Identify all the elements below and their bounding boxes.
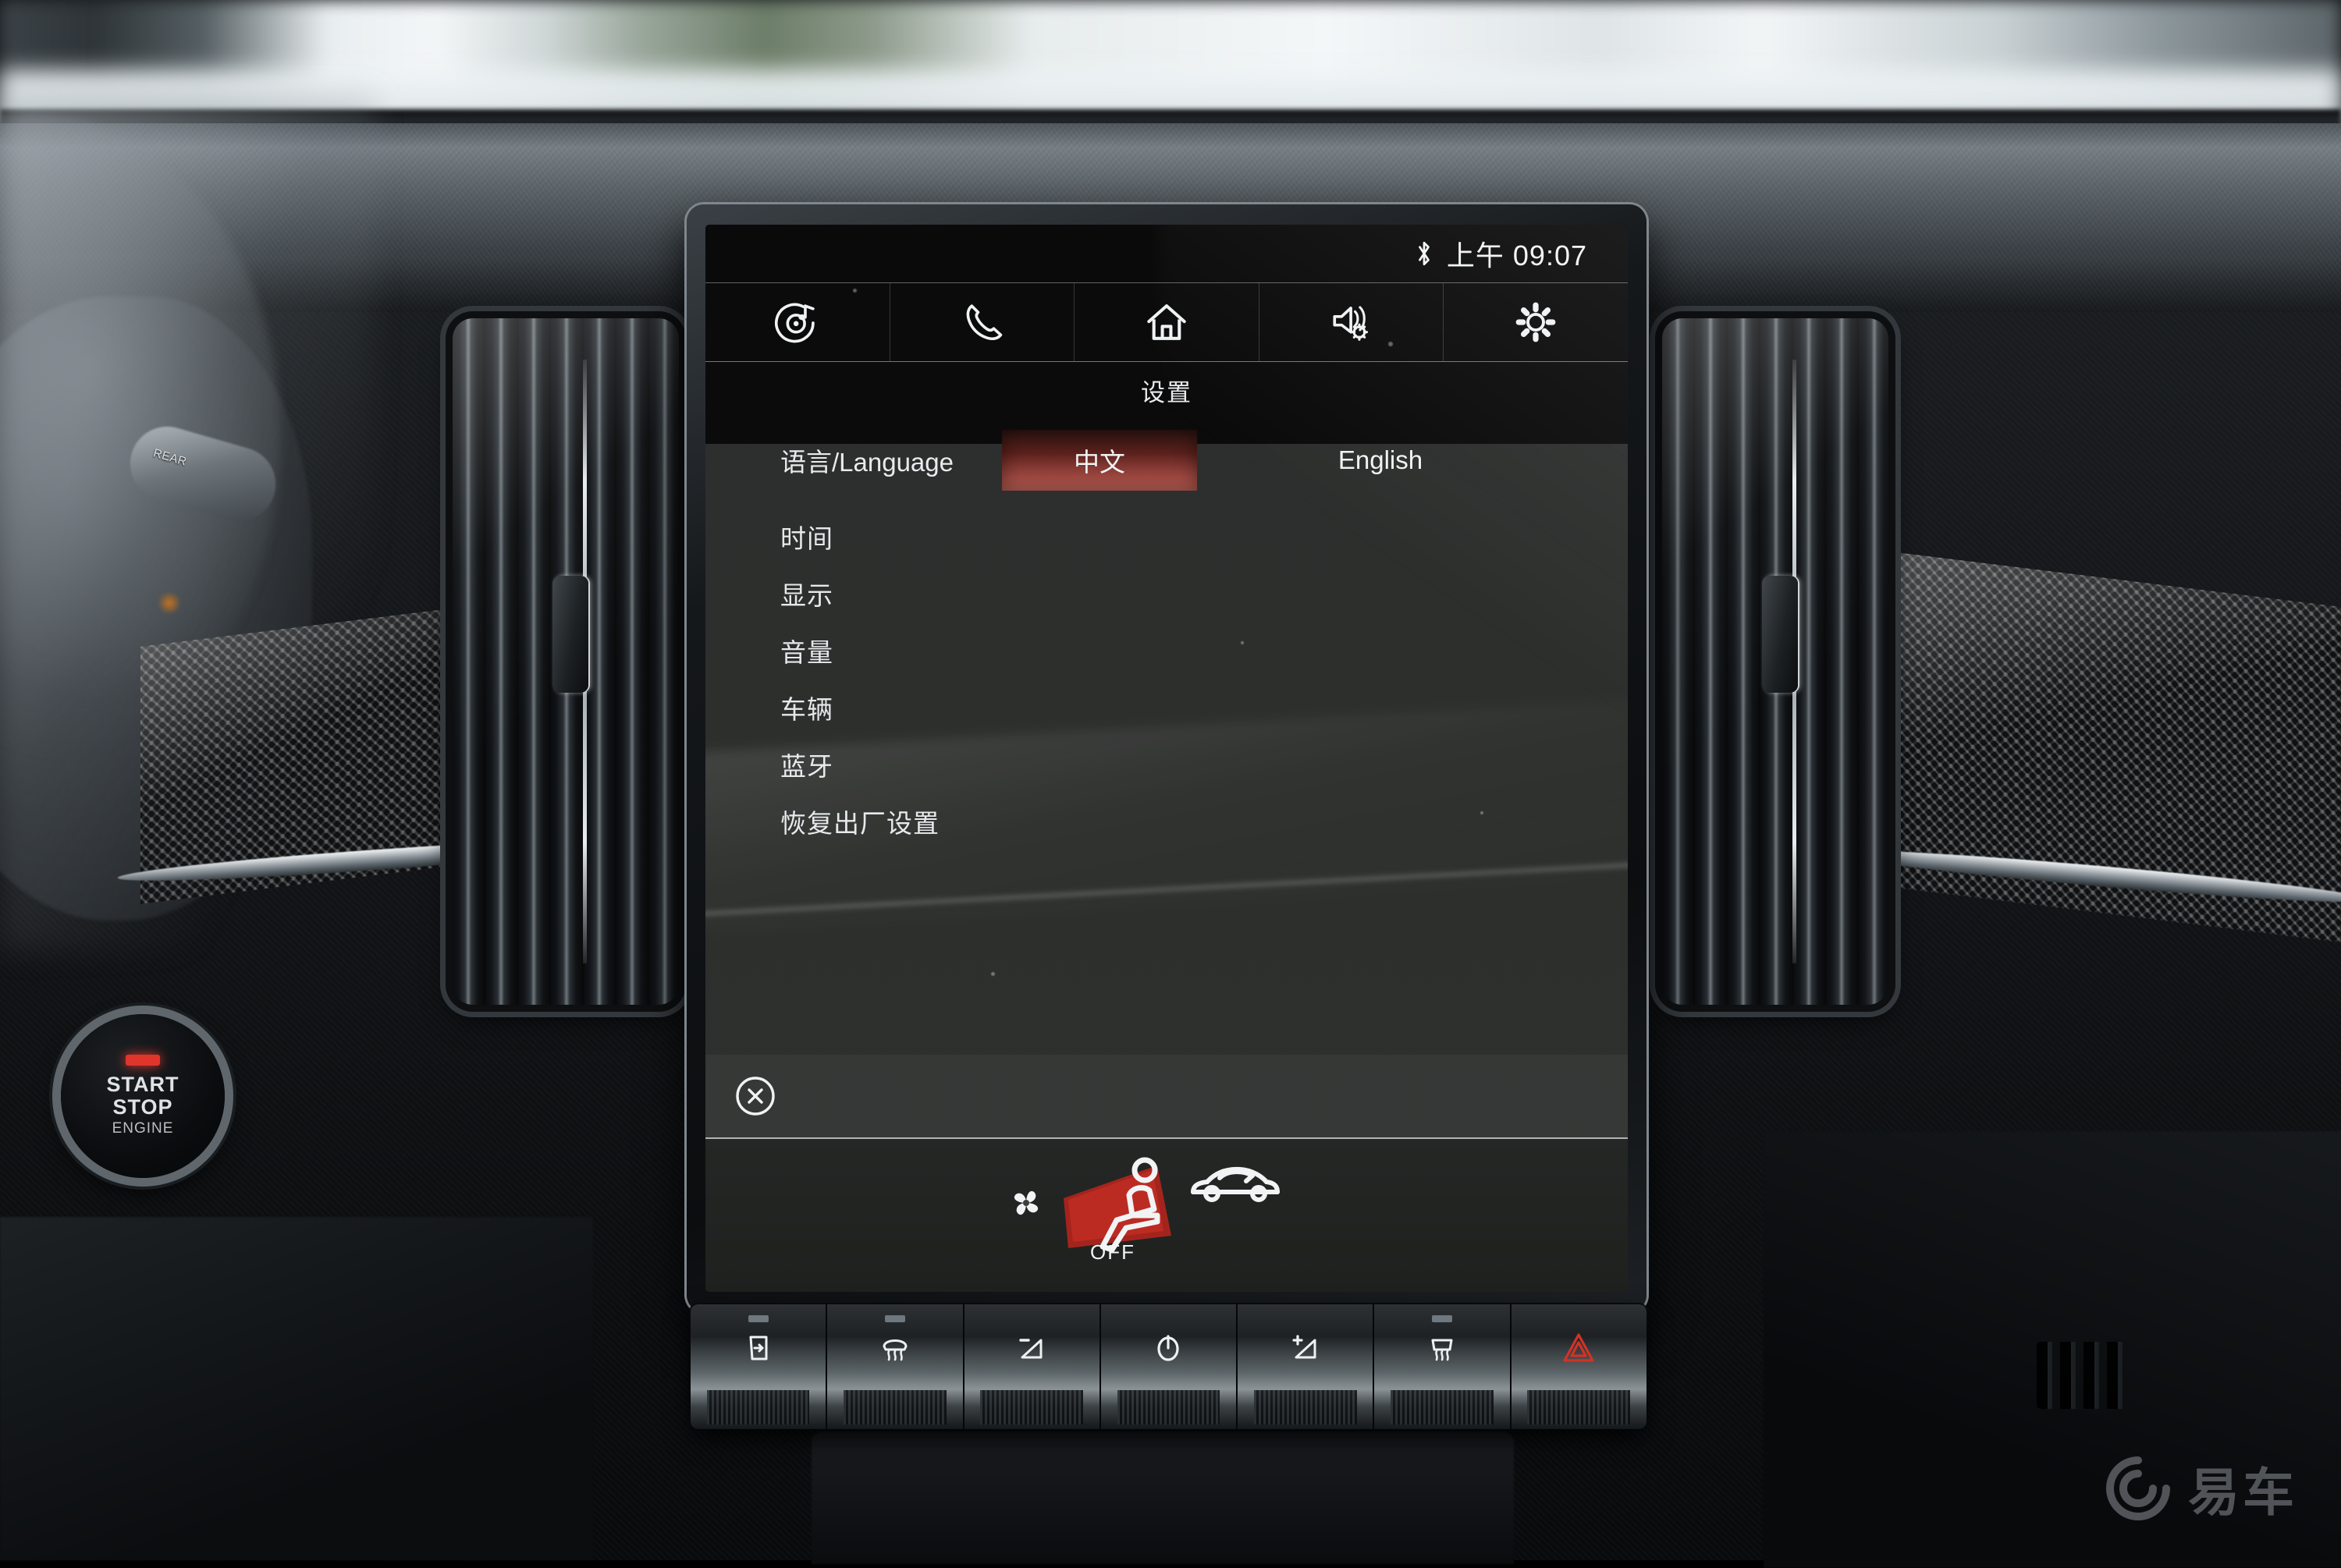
climate-status-label: OFF (1090, 1240, 1135, 1264)
toolbar-item-home[interactable] (1075, 283, 1259, 361)
climate-icon-group: OFF (995, 1153, 1338, 1278)
window-defog-icon (749, 1336, 768, 1360)
toolbar-item-phone[interactable] (890, 283, 1075, 361)
engine-start-stop-button[interactable]: START STOP ENGINE (61, 1014, 225, 1178)
language-row: 语言/Language 中文 English (705, 430, 1628, 491)
front-defrost-button[interactable] (827, 1304, 964, 1429)
toolbar-item-sound-settings[interactable] (1259, 283, 1444, 361)
button-grille (844, 1390, 947, 1424)
button-grille (1391, 1390, 1494, 1424)
bottom-action-bar (705, 1055, 1628, 1139)
climate-status-bar[interactable]: OFF (705, 1139, 1628, 1292)
home-icon (1147, 304, 1186, 340)
vent-gloss-left (453, 318, 679, 1005)
yiche-logo-icon (2106, 1456, 2170, 1520)
toolbar-item-settings[interactable] (1444, 283, 1628, 361)
climate-hard-button-bar (691, 1304, 1647, 1429)
start-stop-label-stop: STOP (112, 1094, 173, 1119)
settings-menu-item-display[interactable]: 显示 (705, 565, 1628, 622)
button-grille (1527, 1390, 1631, 1424)
fan-icon (1014, 1190, 1039, 1215)
volume-up-icon (1292, 1335, 1316, 1359)
stalk-indicator-light (156, 593, 183, 613)
sound-settings-icon (1333, 306, 1368, 341)
settings-menu-item-vehicle[interactable]: 车辆 (705, 679, 1628, 736)
window-defog-button[interactable] (691, 1304, 828, 1429)
phone-icon (967, 304, 1003, 340)
vent-gloss-right (1662, 318, 1888, 1005)
button-grille (980, 1390, 1084, 1424)
rear-defrost-led (1432, 1315, 1453, 1322)
page-title: 设置 (1141, 379, 1192, 406)
settings-menu-item-time[interactable]: 时间 (705, 508, 1628, 565)
language-option-english[interactable]: English (1283, 430, 1478, 491)
volume-down-button[interactable] (964, 1304, 1101, 1429)
car-interior-scene: REAR 上午 09:07 设置 语言/Language 中文 English … (0, 0, 2341, 1568)
infotainment-head-unit: 上午 09:07 设置 语言/Language 中文 English 时间 显示… (687, 204, 1647, 1312)
speaker-grille-right (2037, 1342, 2130, 1409)
touchscreen-display[interactable]: 上午 09:07 设置 语言/Language 中文 English 时间 显示… (705, 225, 1628, 1292)
button-grille (706, 1390, 810, 1424)
volume-up-button[interactable] (1238, 1304, 1375, 1429)
front-defrost-led (884, 1315, 905, 1322)
toolbar-item-media[interactable] (705, 283, 890, 361)
settings-gear-icon (1515, 302, 1556, 342)
start-stop-label-start: START (106, 1073, 179, 1097)
volume-down-icon (1019, 1339, 1043, 1359)
power-icon (1157, 1335, 1180, 1361)
air-vent-right[interactable] (1662, 318, 1888, 1005)
left-lower-console (0, 1217, 593, 1560)
top-icon-toolbar (705, 282, 1628, 362)
clock-label: 上午 09:07 (1446, 239, 1587, 271)
language-row-label: 语言/Language (780, 448, 954, 477)
watermark: 易车 (2105, 1451, 2297, 1526)
media-icon (774, 303, 815, 343)
window-defog-led (748, 1315, 769, 1322)
button-grille (1253, 1390, 1357, 1424)
hazard-triangle-icon (1563, 1333, 1594, 1362)
settings-menu-list: 时间 显示 音量 车辆 蓝牙 恢复出厂设置 (705, 508, 1628, 850)
console-base (812, 1431, 1514, 1564)
start-stop-label-engine: ENGINE (112, 1119, 174, 1137)
settings-menu-item-volume[interactable]: 音量 (705, 622, 1628, 679)
settings-content: 语言/Language 中文 English 时间 显示 音量 车辆 蓝牙 恢复… (705, 413, 1628, 1139)
close-circle-icon[interactable] (734, 1074, 777, 1118)
hazard-lights-button[interactable] (1511, 1304, 1647, 1429)
language-option-chinese[interactable]: 中文 (1002, 430, 1197, 491)
watermark-text: 易车 (2188, 1463, 2297, 1521)
settings-menu-item-bluetooth[interactable]: 蓝牙 (705, 736, 1628, 793)
air-recirculation-car-icon (1191, 1166, 1280, 1202)
status-bar: 上午 09:07 (705, 225, 1628, 282)
air-vent-left[interactable] (453, 318, 679, 1005)
power-button[interactable] (1100, 1304, 1238, 1429)
front-defrost-icon (883, 1339, 908, 1361)
rear-defrost-button[interactable] (1374, 1304, 1512, 1429)
start-stop-indicator-led (126, 1055, 160, 1066)
settings-menu-item-factory-reset[interactable]: 恢复出厂设置 (705, 793, 1628, 850)
rear-defrost-icon (1431, 1339, 1453, 1361)
bluetooth-icon (1419, 241, 1430, 266)
infotainment-ui: 上午 09:07 设置 语言/Language 中文 English 时间 显示… (705, 225, 1628, 1292)
button-grille (1117, 1390, 1220, 1424)
